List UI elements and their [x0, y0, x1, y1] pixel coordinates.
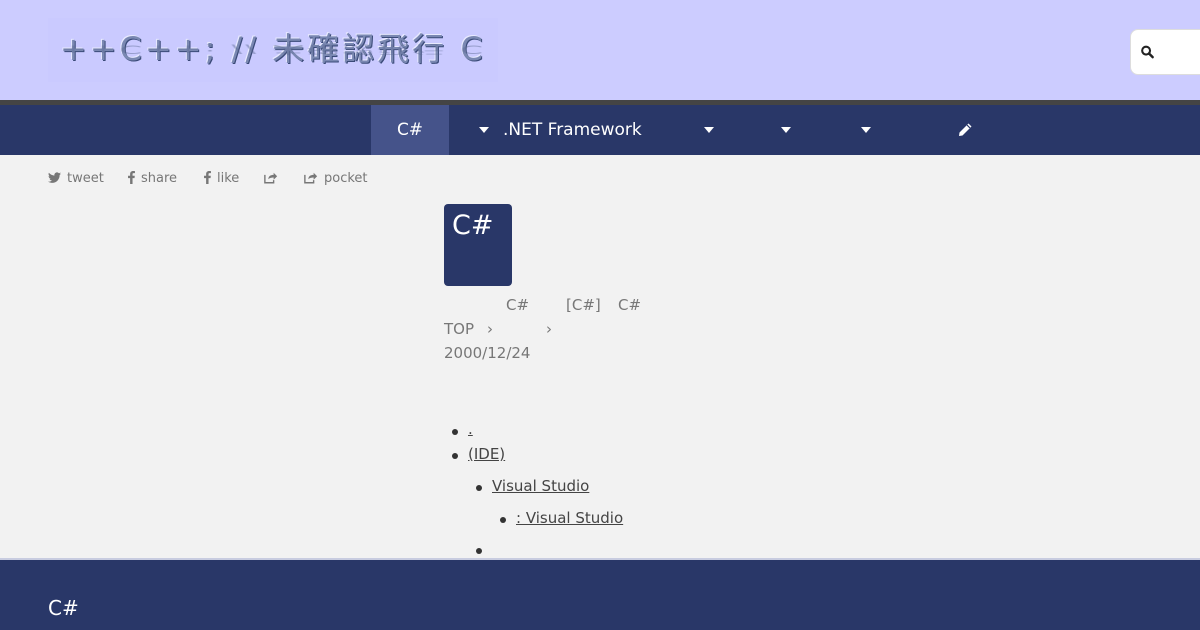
list-bullet: [500, 517, 506, 523]
tag-csharp[interactable]: C#: [506, 296, 529, 314]
site-logo-reflection: ++C++; // 未確認飛行 C: [60, 42, 486, 56]
share-label: share: [141, 171, 178, 186]
tag-csharp-2[interactable]: C#: [618, 296, 641, 314]
site-logo[interactable]: ++C++; // 未確認飛行 C ++C++; // 未確認飛行 C: [48, 18, 498, 82]
breadcrumb-separator: ›: [546, 320, 552, 338]
facebook-icon: [204, 171, 211, 184]
search-icon: [1141, 45, 1154, 59]
nav-item-dropdown-3[interactable]: [840, 105, 890, 155]
nav-item-dropdown-2[interactable]: [760, 105, 810, 155]
main-navbar: C# .NET Framework: [0, 105, 1200, 155]
chevron-down-icon: [781, 127, 791, 133]
share-icon: [264, 172, 278, 184]
nav-item-csharp[interactable]: C#: [371, 105, 449, 155]
site-footer: C#: [0, 558, 1200, 630]
facebook-like-button[interactable]: like: [204, 171, 239, 186]
facebook-icon: [128, 171, 135, 184]
list-bullet: [476, 548, 482, 554]
nav-item-label: .NET Framework: [503, 120, 642, 140]
tweet-button[interactable]: tweet: [48, 171, 104, 186]
list-bullet: [476, 485, 482, 491]
toc-link-visual-studio-sub[interactable]: : Visual Studio: [516, 509, 623, 527]
toc-link[interactable]: .: [468, 420, 473, 438]
tweet-label: tweet: [67, 171, 104, 186]
article-date: 2000/12/24: [444, 344, 531, 362]
pocket-label: pocket: [324, 171, 368, 186]
tag-bracket-csharp[interactable]: [C#]: [566, 296, 601, 314]
chevron-down-icon: [704, 127, 714, 133]
toc-link-visual-studio[interactable]: Visual Studio: [492, 477, 589, 495]
generic-share-button[interactable]: [264, 171, 284, 186]
breadcrumb-top[interactable]: TOP: [444, 320, 474, 338]
toc-link-ide[interactable]: (IDE): [468, 445, 505, 463]
pencil-icon[interactable]: [957, 122, 973, 138]
category-icon: C#: [444, 204, 512, 286]
chevron-down-icon: [861, 127, 871, 133]
category-icon-text: C#: [452, 210, 494, 241]
share-icon: [304, 172, 318, 184]
pocket-button[interactable]: pocket: [304, 171, 368, 186]
nav-item-label: C#: [396, 120, 424, 140]
list-bullet: [452, 429, 458, 435]
nav-item-dotnet[interactable]: .NET Framework: [449, 105, 719, 155]
site-header: ++C++; // 未確認飛行 C ++C++; // 未確認飛行 C: [0, 0, 1200, 100]
search-box[interactable]: [1130, 29, 1200, 75]
footer-title: C#: [48, 596, 79, 620]
chevron-down-icon: [479, 127, 489, 133]
like-label: like: [217, 171, 240, 186]
facebook-share-button[interactable]: share: [128, 171, 177, 186]
twitter-icon: [48, 172, 61, 183]
breadcrumb-separator: ›: [487, 320, 493, 338]
list-bullet: [452, 453, 458, 459]
